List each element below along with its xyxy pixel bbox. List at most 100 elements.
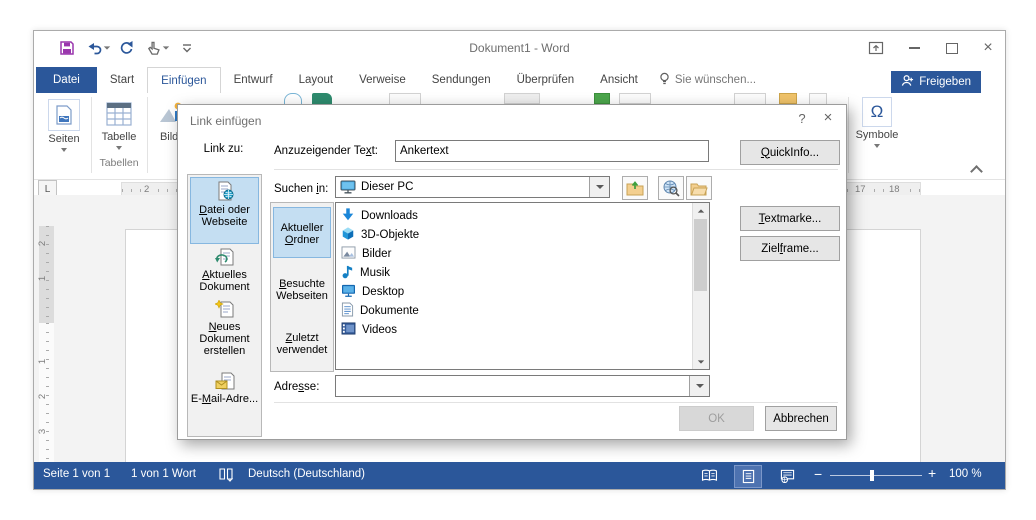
quickinfo-button[interactable]: QuickInfo... (740, 140, 840, 165)
address-combobox[interactable] (335, 375, 710, 397)
save-icon[interactable] (58, 39, 76, 57)
scroll-thumb[interactable] (694, 219, 707, 291)
cancel-button[interactable]: Abbrechen (765, 406, 837, 431)
address-arrow-icon[interactable] (689, 376, 709, 396)
print-layout-icon[interactable] (734, 465, 762, 488)
tab-verweise[interactable]: Verweise (346, 67, 419, 93)
scope-panel: Aktueller Ordner Besuchte Webseiten Zule… (270, 202, 334, 372)
table-button[interactable]: Tabelle (96, 99, 142, 150)
separator (274, 169, 838, 170)
symbols-button[interactable]: Ω Symbole (854, 97, 900, 148)
table-label: Tabelle (96, 131, 142, 143)
scope-recent-files[interactable]: Zuletzt verwendet (273, 319, 331, 366)
search-in-label: Suchen in: (274, 183, 328, 195)
separator (274, 402, 838, 403)
screenshot-canvas: Dokument1 - Word × Datei Start Einfügen … (0, 0, 1036, 520)
list-item[interactable]: Bilder (341, 244, 391, 263)
scroll-up-icon[interactable] (693, 203, 709, 218)
ribbon-display-options-icon[interactable] (865, 39, 887, 57)
bookmark-button[interactable]: Textmarke... (740, 206, 840, 231)
link-to-label: Link zu: (187, 143, 260, 155)
new-document-icon (190, 300, 259, 321)
undo-icon[interactable] (86, 39, 104, 57)
lightbulb-icon (659, 72, 670, 89)
display-text-label: Anzuzeigender Text: (274, 145, 378, 157)
word-window: Dokument1 - Word × Datei Start Einfügen … (33, 30, 1006, 490)
tab-sendungen[interactable]: Sendungen (419, 67, 504, 93)
tables-group-label: Tabellen (96, 157, 142, 169)
word-count[interactable]: 1 von 1 Wort (131, 468, 196, 480)
vertical-ruler[interactable]: 1 2 3 (39, 323, 54, 462)
tab-einfuegen[interactable]: Einfügen (147, 67, 220, 93)
zoom-slider-handle[interactable] (870, 470, 874, 481)
zoom-out-button[interactable]: − (814, 466, 822, 482)
dialog-title: Link einfügen (190, 114, 261, 128)
desktop-icon (341, 284, 356, 300)
list-item[interactable]: 3D-Objekte (341, 225, 419, 244)
zoom-level[interactable]: 100 % (949, 468, 982, 480)
collapse-ribbon-icon[interactable] (970, 165, 983, 178)
share-button[interactable]: Freigeben (891, 71, 981, 93)
undo-dropdown-icon[interactable] (103, 39, 111, 57)
minimize-icon[interactable] (903, 39, 925, 57)
scope-current-folder[interactable]: Aktueller Ordner (273, 207, 331, 258)
browse-file-button[interactable] (686, 176, 712, 200)
scroll-down-icon[interactable] (693, 354, 709, 369)
dialog-help-icon[interactable]: ? (792, 111, 812, 126)
tab-ansicht[interactable]: Ansicht (587, 67, 651, 93)
language-status[interactable]: Deutsch (Deutschland) (248, 468, 365, 480)
scope-browsed-pages[interactable]: Besuchte Webseiten (273, 265, 331, 312)
sidebar-item-file-web[interactable]: Datei oder Webseite (190, 177, 259, 244)
ruler-number: 1 (37, 359, 48, 364)
this-pc-icon (340, 180, 356, 194)
touch-mode-icon[interactable] (144, 39, 162, 57)
proofing-icon[interactable] (218, 467, 234, 485)
up-one-folder-button[interactable] (622, 176, 648, 200)
zoom-in-button[interactable]: + (928, 465, 936, 481)
pages-button[interactable]: Seiten (42, 99, 86, 152)
tab-datei[interactable]: Datei (36, 67, 97, 93)
email-icon (190, 372, 259, 393)
ok-button[interactable]: OK (679, 406, 754, 431)
zoom-slider-track[interactable] (830, 475, 922, 476)
maximize-icon[interactable] (941, 39, 963, 57)
tab-layout[interactable]: Layout (286, 67, 347, 93)
tab-start[interactable]: Start (97, 67, 147, 93)
sidebar-item-new-document[interactable]: Neues Dokument erstellen (190, 297, 259, 360)
list-item[interactable]: Musik (341, 263, 390, 282)
tab-entwurf[interactable]: Entwurf (221, 67, 286, 93)
touch-mode-dropdown-icon[interactable] (162, 39, 170, 57)
tell-me-label: Sie wünschen... (675, 74, 756, 86)
tell-me-box[interactable]: Sie wünschen... (651, 67, 764, 93)
pages-label: Seiten (42, 133, 86, 145)
list-scrollbar[interactable] (692, 203, 709, 369)
page-count[interactable]: Seite 1 von 1 (43, 468, 110, 480)
browse-web-button[interactable] (658, 176, 684, 200)
omega-icon: Ω (862, 97, 892, 127)
search-in-dropdown[interactable]: Dieser PC (335, 176, 610, 198)
read-mode-icon[interactable] (696, 465, 722, 486)
tab-ueberpruefen[interactable]: Überprüfen (504, 67, 588, 93)
videos-icon (341, 322, 356, 338)
dialog-close-icon[interactable]: × (818, 109, 838, 126)
pictures-icon (341, 246, 356, 262)
web-layout-icon[interactable] (774, 465, 800, 486)
symbols-label: Symbole (854, 129, 900, 141)
ribbon-partial-icon (504, 93, 540, 104)
list-item[interactable]: Dokumente (341, 301, 419, 320)
list-item[interactable]: Videos (341, 320, 397, 339)
file-web-icon (191, 181, 258, 204)
sidebar-item-email-address[interactable]: E-Mail-Adre... (190, 369, 259, 414)
table-icon (104, 99, 134, 129)
redo-icon[interactable] (118, 39, 136, 57)
vertical-ruler-margin[interactable]: 2 1 (39, 226, 54, 323)
close-icon[interactable]: × (977, 39, 999, 57)
target-frame-button[interactable]: Zielframe... (740, 236, 840, 261)
sidebar-item-current-document[interactable]: Aktuelles Dokument (190, 245, 259, 296)
customize-qat-icon[interactable] (178, 39, 196, 57)
pages-icon (48, 99, 80, 131)
display-text-input[interactable] (395, 140, 709, 162)
list-item[interactable]: Desktop (341, 282, 404, 301)
search-in-arrow-icon[interactable] (589, 177, 609, 197)
list-item[interactable]: Downloads (341, 206, 418, 225)
